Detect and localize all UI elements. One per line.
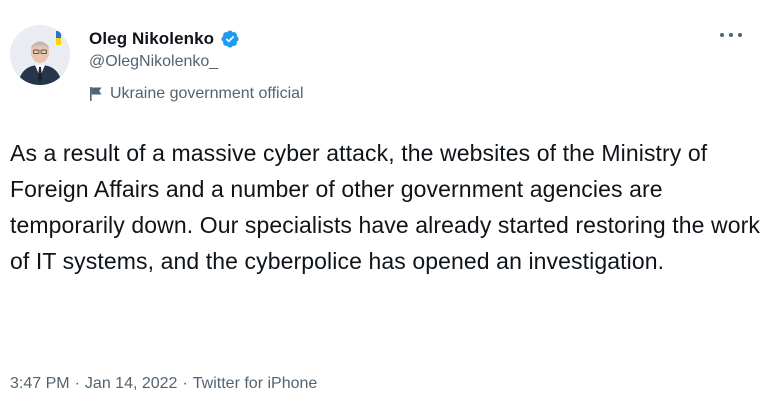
more-options-icon[interactable] — [720, 28, 742, 42]
author-handle[interactable]: @OlegNikolenko_ — [89, 53, 218, 71]
meta-separator: · — [182, 375, 188, 392]
government-flag-icon — [89, 86, 103, 102]
author-display-name[interactable]: Oleg Nikolenko — [89, 29, 214, 49]
tweet-source[interactable]: Twitter for iPhone — [193, 375, 318, 393]
tweet-card: Oleg Nikolenko @OlegNikolenko_ Ukraine g… — [0, 0, 770, 413]
account-label[interactable]: Ukraine government official — [89, 85, 304, 103]
more-dot — [729, 33, 733, 37]
account-label-text: Ukraine government official — [110, 85, 304, 102]
author-name-row: Oleg Nikolenko — [89, 27, 240, 51]
tweet-metadata: 3:47 PM · Jan 14, 2022 · Twitter for iPh… — [10, 375, 317, 393]
more-dot — [720, 33, 724, 37]
avatar-image — [10, 25, 70, 85]
tweet-text: As a result of a massive cyber attack, t… — [10, 140, 761, 274]
meta-separator: · — [74, 375, 80, 392]
tweet-time[interactable]: 3:47 PM — [10, 375, 70, 393]
avatar[interactable] — [10, 25, 70, 85]
verified-badge-icon — [220, 29, 240, 49]
tweet-date[interactable]: Jan 14, 2022 — [85, 375, 178, 393]
more-dot — [738, 33, 742, 37]
